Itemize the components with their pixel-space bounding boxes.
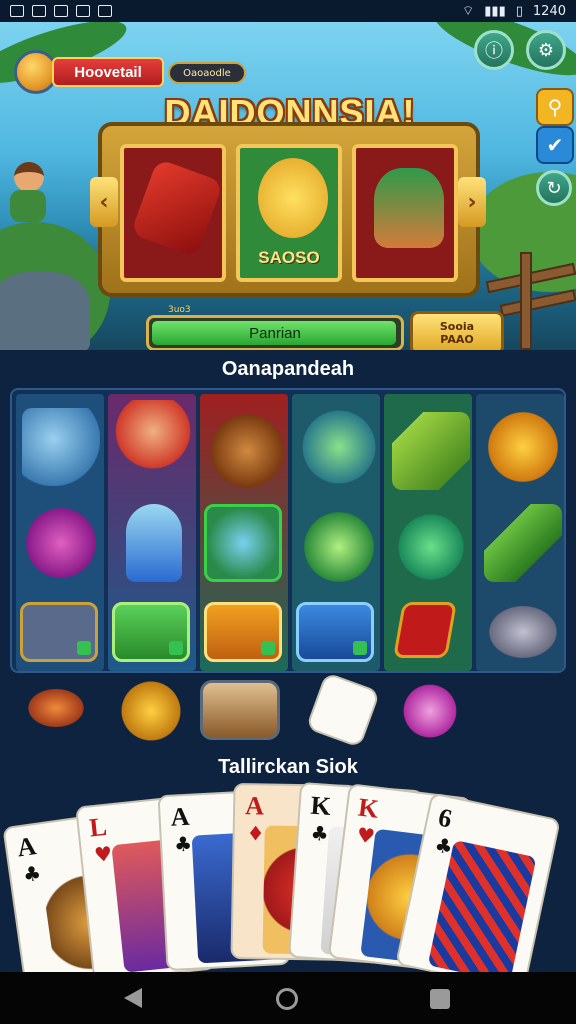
shell-symbol[interactable] — [208, 412, 286, 490]
character-boy — [6, 162, 50, 222]
game-screen: ⌔ ▮▮▮ ▯ 1240 Hoovetail Oaoaodle ⓘ ⚙ ⚲ ✔ … — [0, 0, 576, 1024]
section-title-symbols: Oanapandeah — [221, 358, 355, 380]
card-suit: ♣ — [173, 831, 193, 857]
card-suit: ♣ — [309, 820, 330, 846]
bonus-items-row — [14, 671, 534, 749]
status-bar: ⌔ ▮▮▮ ▯ 1240 — [0, 0, 576, 22]
battery-icon: ▯ — [515, 3, 523, 19]
home-icon[interactable] — [276, 988, 298, 1010]
badge — [77, 641, 91, 655]
symbol-grid — [10, 388, 566, 673]
fishing-rod-symbol — [130, 158, 222, 258]
notification-icon — [10, 5, 24, 17]
progress-label: Panrian — [249, 324, 301, 342]
card-rank: K — [356, 792, 381, 824]
bonus-button-line2: PAAO — [440, 333, 474, 346]
red-card-symbol[interactable] — [393, 602, 457, 658]
bucket-tile[interactable] — [296, 602, 374, 662]
card-suit: ♦ — [246, 821, 265, 846]
notification-icon — [76, 5, 90, 17]
info-button[interactable]: ⓘ — [474, 30, 514, 70]
section-title-cards: Tallirckan Siok — [218, 756, 358, 778]
rock — [0, 272, 90, 350]
refresh-icon[interactable]: ↻ — [536, 170, 572, 206]
card-art — [427, 839, 537, 983]
hero-scene: Hoovetail Oaoaodle ⓘ ⚙ ⚲ ✔ ↻ DAIDONNSIA!… — [0, 22, 576, 350]
reel-3[interactable] — [352, 144, 458, 282]
coin-balance: Oaoaodle — [168, 62, 246, 84]
system-navigation-bar — [0, 972, 576, 1024]
shark-symbol[interactable] — [22, 408, 100, 486]
treasure-scroll-item[interactable] — [200, 680, 280, 740]
player-name: Hoovetail — [52, 57, 164, 87]
gold-bar-symbol[interactable] — [392, 412, 470, 490]
badge — [169, 641, 183, 655]
bonus-button-line1: Sooia — [439, 319, 475, 333]
potion-item[interactable] — [398, 682, 462, 740]
reel-2[interactable]: SAOSO — [236, 144, 342, 282]
badge — [353, 641, 367, 655]
blue-fish-symbol[interactable] — [204, 504, 282, 582]
recent-apps-icon[interactable] — [430, 989, 450, 1009]
bottle-symbol[interactable] — [126, 504, 182, 582]
octopus-symbol[interactable] — [22, 504, 100, 582]
card-rank: 6 — [435, 802, 455, 834]
reel-1[interactable] — [120, 144, 226, 282]
green-fish-tile[interactable] — [112, 602, 190, 662]
arrow-left-icon[interactable]: ‹ — [90, 177, 118, 227]
fisherman-symbol[interactable] — [114, 400, 192, 478]
notification-icon — [98, 5, 112, 17]
clock: 1240 — [532, 3, 566, 19]
notification-icon — [32, 5, 46, 17]
signal-icon: ▮▮▮ — [484, 3, 506, 19]
card-rank: A — [244, 791, 265, 821]
jumping-fish-symbol[interactable] — [392, 508, 470, 586]
checkmark-icon[interactable]: ✔ — [536, 126, 574, 164]
dock — [499, 289, 576, 317]
reel-label: SAOSO — [258, 248, 320, 267]
gold-coin-symbol[interactable] — [484, 408, 562, 486]
back-icon[interactable] — [124, 988, 142, 1008]
playing-card-item[interactable] — [305, 671, 381, 749]
wifi-icon: ⌔ — [462, 4, 475, 19]
clownfish-item[interactable] — [24, 686, 88, 730]
card-rank: A — [15, 831, 38, 863]
dock — [520, 252, 532, 350]
progress-tag: 3uo3 — [168, 305, 191, 315]
settings-gear-icon[interactable]: ⚙ — [526, 30, 566, 70]
card-rank: L — [87, 811, 109, 843]
golden-fish-item[interactable] — [114, 680, 188, 742]
notification-icon — [54, 5, 68, 17]
green-fish-symbol[interactable] — [300, 508, 378, 586]
card-suit: ♥ — [93, 841, 114, 868]
bonus-button[interactable]: Sooia PAAO — [410, 311, 504, 350]
card-rank: K — [309, 790, 332, 822]
coin-stack-symbol[interactable] — [20, 602, 98, 662]
fishing-reel-symbol[interactable] — [300, 408, 378, 486]
badge — [261, 641, 275, 655]
search-icon[interactable]: ⚲ — [536, 88, 574, 126]
card-suit: ♣ — [21, 860, 43, 887]
seal-symbol[interactable] — [484, 602, 562, 662]
card-rank: A — [169, 801, 191, 832]
notification-icons — [10, 5, 112, 17]
arrow-right-icon[interactable]: › — [458, 177, 486, 227]
fish-symbol — [258, 158, 328, 238]
swordfish-symbol[interactable] — [484, 504, 562, 582]
mermaid-symbol — [374, 168, 444, 248]
slot-reel-frame: SAOSO — [98, 122, 480, 297]
coin-stack-tile[interactable] — [204, 602, 282, 662]
progress-bar: Panrian — [146, 315, 404, 350]
player-profile[interactable]: Hoovetail Oaoaodle — [14, 50, 246, 94]
